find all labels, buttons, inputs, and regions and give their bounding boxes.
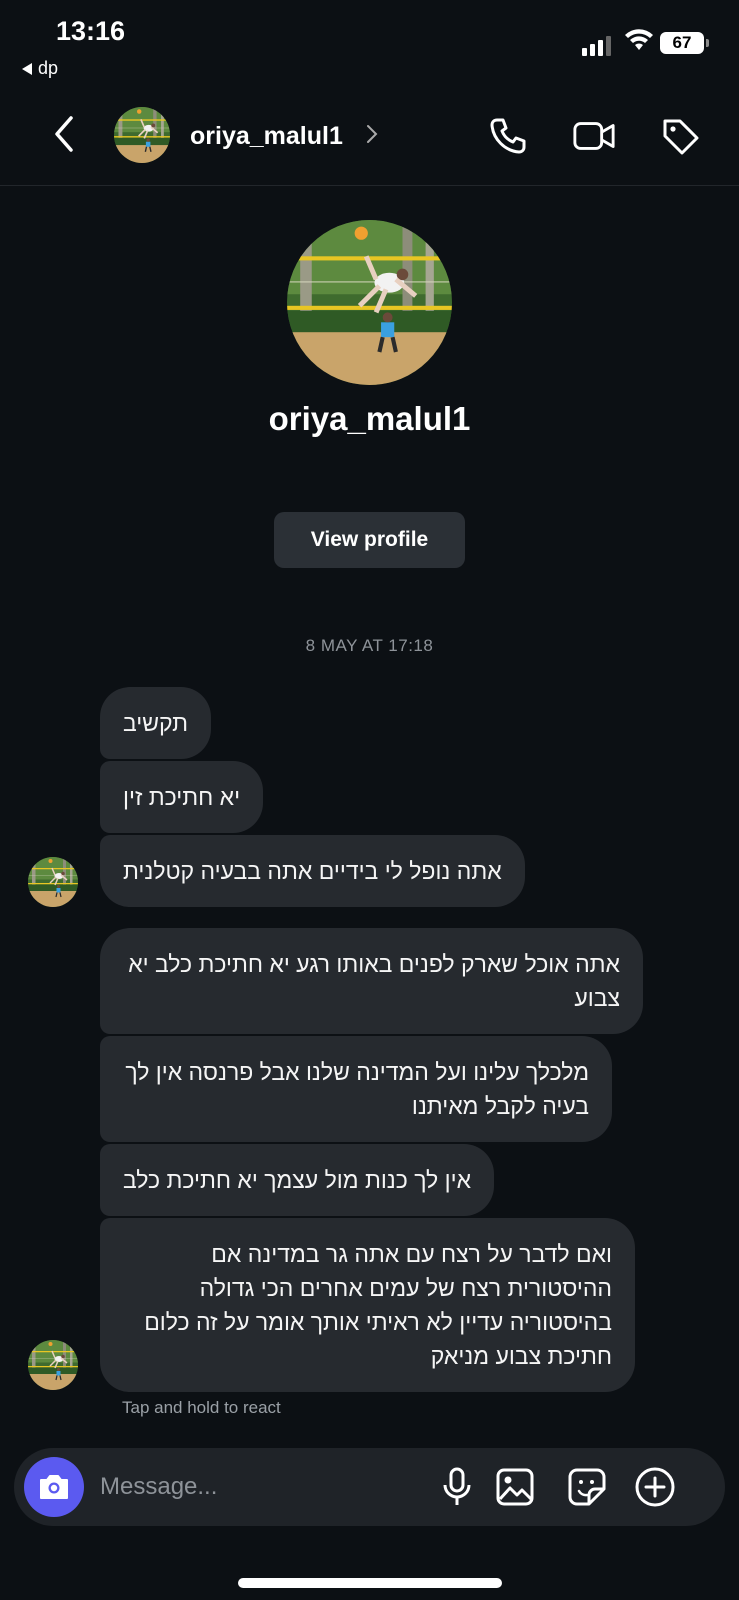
gallery-button[interactable] (492, 1464, 538, 1510)
message-bubble[interactable]: תקשיב (100, 687, 212, 759)
status-back-app[interactable]: dp (22, 58, 58, 79)
voice-call-button[interactable] (486, 114, 530, 158)
view-profile-button[interactable]: View profile (274, 512, 465, 568)
message-bubble[interactable]: אתה נופל לי בידיים אתה בבעיה קטלנית (100, 835, 525, 907)
battery-level: 67 (672, 33, 692, 52)
message-input[interactable] (100, 1466, 420, 1508)
voice-message-button[interactable] (434, 1464, 480, 1510)
microphone-icon (443, 1467, 471, 1505)
message-bubble[interactable]: ואם לדבר על רצח עם אתה גר במדינה אם ההיס… (100, 1218, 635, 1392)
gallery-icon (496, 1468, 534, 1506)
header-avatar[interactable] (114, 107, 170, 163)
phone-icon (490, 118, 526, 154)
home-indicator[interactable] (238, 1578, 502, 1588)
header-username[interactable]: oriya_malul1 (190, 122, 343, 151)
chevron-right-icon[interactable] (366, 122, 378, 146)
sender-avatar[interactable] (28, 1340, 78, 1390)
profile-avatar[interactable] (287, 220, 452, 385)
profile-username: oriya_malul1 (268, 400, 471, 437)
back-chevron-icon (55, 116, 73, 152)
status-time: 13:16 (56, 16, 126, 46)
wifi-icon (625, 29, 653, 50)
message-composer (14, 1448, 725, 1526)
status-back-app-label: dp (38, 58, 59, 78)
sticker-icon (568, 1468, 606, 1506)
video-call-button[interactable] (572, 114, 616, 158)
message-bubble[interactable]: אין לך כנות מול עצמך יא חתיכת כלב (100, 1144, 495, 1216)
sender-avatar[interactable] (28, 857, 78, 907)
camera-button[interactable] (24, 1457, 84, 1517)
thread-timestamp: 8 MAY AT 17:18 (305, 636, 434, 655)
back-button[interactable] (46, 114, 82, 154)
message-bubble[interactable]: יא חתיכת זין (100, 761, 264, 833)
react-hint: Tap and hold to react (122, 1398, 281, 1417)
chat-header: oriya_malul1 (0, 100, 739, 186)
plus-icon (635, 1467, 675, 1507)
cellular-signal-icon (582, 36, 611, 56)
more-button[interactable] (632, 1464, 678, 1510)
tag-icon (663, 119, 699, 155)
message-bubble[interactable]: מלכלך עלינו ועל המדינה שלנו אבל פרנסה אי… (100, 1036, 612, 1142)
tag-button[interactable] (658, 114, 702, 158)
sticker-button[interactable] (564, 1464, 610, 1510)
message-bubble[interactable]: אתה אוכל שארק לפנים באותו רגע יא חתיכת כ… (100, 928, 643, 1034)
back-triangle-icon (22, 62, 32, 75)
battery-indicator: 67 (660, 32, 709, 54)
video-camera-icon (573, 122, 615, 150)
camera-icon (40, 1475, 68, 1499)
